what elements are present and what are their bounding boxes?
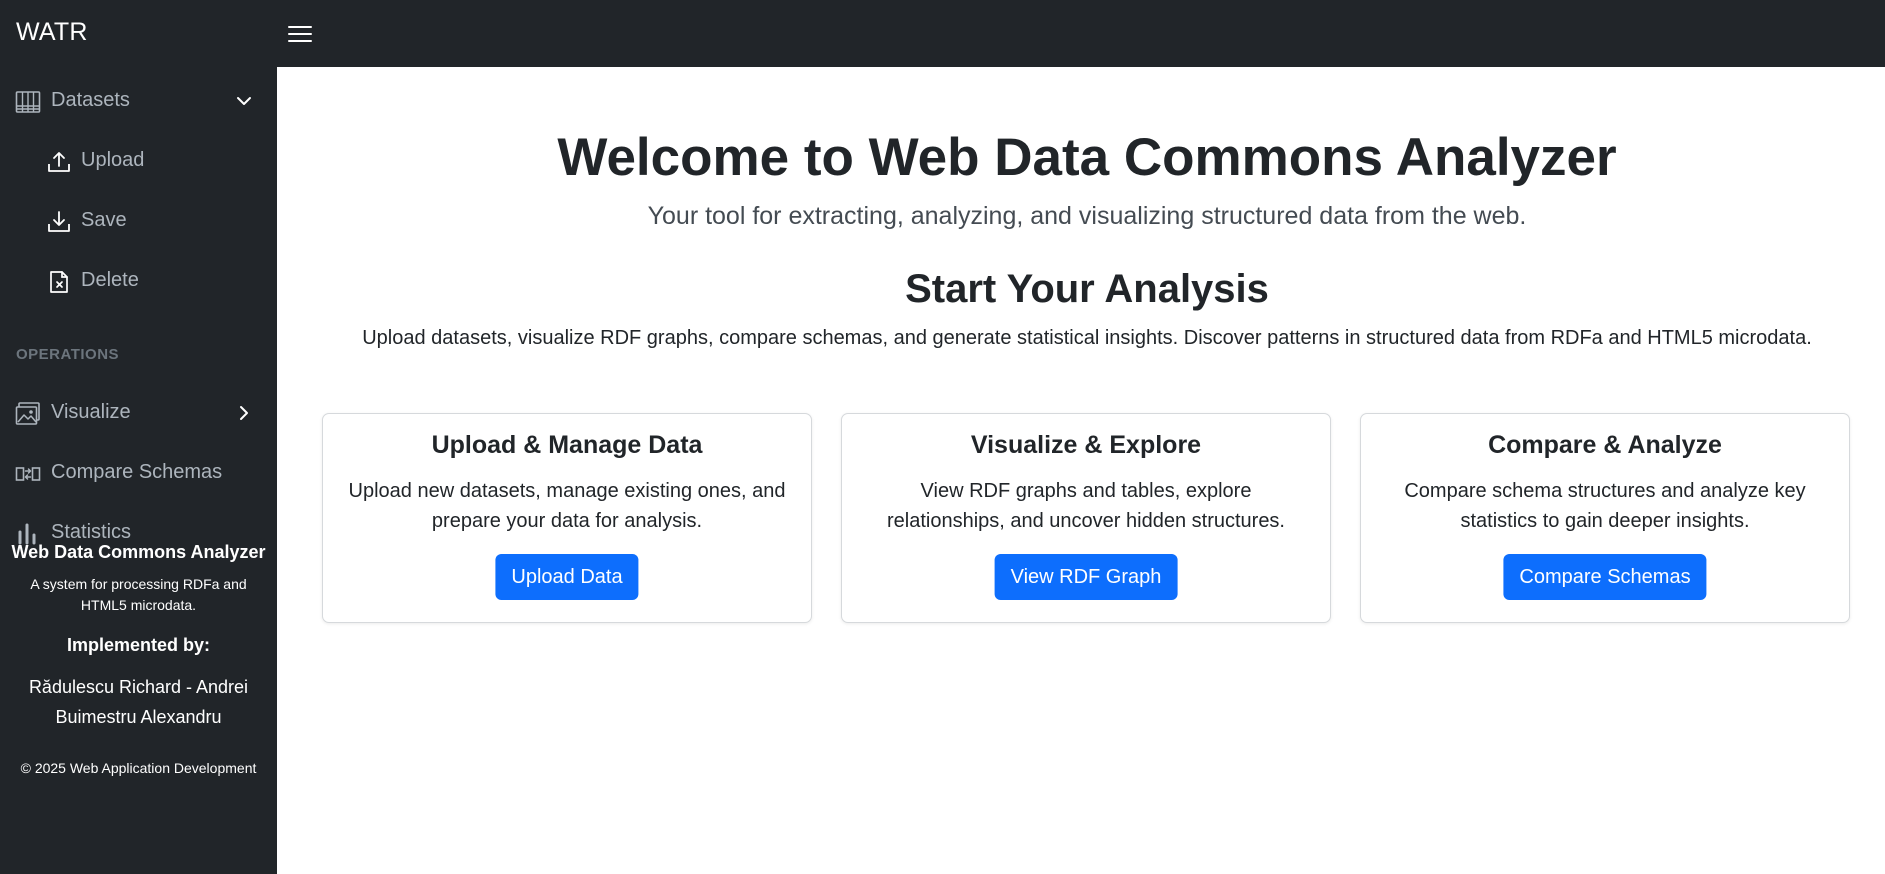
card-visualize-explore: Visualize & Explore View RDF graphs and … bbox=[841, 413, 1331, 623]
menu-toggle-button[interactable] bbox=[284, 20, 316, 48]
main-content: Welcome to Web Data Commons Analyzer You… bbox=[277, 67, 1885, 874]
sidebar-section-label: OPERATIONS bbox=[16, 346, 120, 363]
download-icon bbox=[48, 211, 70, 232]
page-title: Welcome to Web Data Commons Analyzer bbox=[557, 128, 1617, 187]
sidebar-item-datasets[interactable]: Datasets bbox=[0, 77, 277, 125]
view-rdf-graph-button[interactable]: View RDF Graph bbox=[994, 554, 1178, 600]
compare-schemas-button[interactable]: Compare Schemas bbox=[1503, 554, 1707, 600]
sidebar-item-label: Save bbox=[81, 209, 127, 231]
file-x-icon bbox=[50, 271, 68, 293]
sidebar-item-save[interactable]: Save bbox=[0, 197, 277, 245]
sidebar-item-label: Delete bbox=[81, 269, 139, 291]
section-description: Upload datasets, visualize RDF graphs, c… bbox=[362, 327, 1812, 349]
sidebar-item-label: Upload bbox=[81, 149, 145, 171]
sidebar-item-label: Visualize bbox=[51, 401, 131, 423]
card-text: Compare schema structures and analyze ke… bbox=[1404, 480, 1806, 532]
page-subtitle: Your tool for extracting, analyzing, and… bbox=[647, 202, 1527, 230]
sidebar-item-delete[interactable]: Delete bbox=[0, 257, 277, 305]
brand-logo[interactable]: WATR bbox=[16, 18, 88, 47]
authors: Rădulescu Richard - Andrei Buimestru Ale… bbox=[0, 672, 277, 732]
section-heading: Start Your Analysis bbox=[905, 267, 1269, 311]
sidebar-item-label: Statistics bbox=[51, 521, 132, 543]
compare-icon bbox=[15, 467, 41, 481]
card-title: Compare & Analyze bbox=[1488, 431, 1722, 459]
card-compare-analyze: Compare & Analyze Compare schema structu… bbox=[1360, 413, 1850, 623]
sidebar-item-visualize[interactable]: Visualize bbox=[0, 389, 277, 437]
top-navbar: WATR bbox=[0, 0, 1885, 67]
sidebar-item-label: Compare Schemas bbox=[51, 461, 223, 483]
chevron-down-icon bbox=[237, 97, 251, 105]
card-title: Upload & Manage Data bbox=[431, 431, 703, 459]
author-name: Buimestru Alexandru bbox=[55, 707, 222, 727]
chevron-right-icon bbox=[240, 406, 248, 420]
upload-icon bbox=[48, 152, 70, 172]
image-icon bbox=[15, 402, 40, 425]
upload-data-button[interactable]: Upload Data bbox=[495, 554, 639, 600]
card-title: Visualize & Explore bbox=[970, 431, 1202, 459]
sidebar-footer-title: Web Data Commons Analyzer bbox=[11, 542, 266, 562]
sidebar: Datasets Upload Save Delete OPERATIONS V… bbox=[0, 67, 277, 874]
sidebar-item-label: Datasets bbox=[51, 89, 130, 111]
implemented-by-label: Implemented by: bbox=[66, 635, 211, 655]
sidebar-footer-description: A system for processing RDFa and HTML5 m… bbox=[30, 576, 247, 613]
author-name: Rădulescu Richard - Andrei bbox=[28, 677, 249, 697]
hamburger-icon bbox=[288, 26, 312, 42]
sidebar-item-upload[interactable]: Upload bbox=[0, 137, 277, 185]
copyright: © 2025 Web Application Development bbox=[20, 760, 257, 776]
dataset-grid-icon bbox=[15, 91, 41, 113]
card-text: Upload new datasets, manage existing one… bbox=[348, 480, 786, 532]
card-text: View RDF graphs and tables, explore rela… bbox=[886, 480, 1285, 532]
card-upload-manage: Upload & Manage Data Upload new datasets… bbox=[322, 413, 812, 623]
sidebar-item-compare-schemas[interactable]: Compare Schemas bbox=[0, 449, 277, 497]
